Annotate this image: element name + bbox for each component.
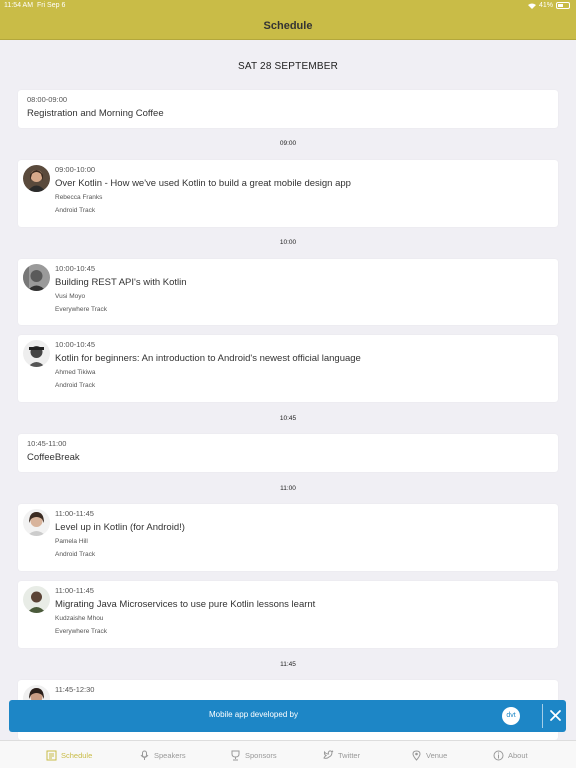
- wifi-icon: [527, 3, 536, 9]
- session-time: 10:00-10:45: [55, 340, 96, 349]
- tab-twitter[interactable]: Twitter: [323, 748, 360, 762]
- speaker-avatar: [23, 586, 50, 613]
- session-title: Building REST API's with Kotlin: [55, 277, 187, 288]
- speakers-icon: [140, 750, 149, 760]
- time-separator: 11:45: [280, 661, 296, 668]
- speaker-name: Rebecca Franks: [55, 194, 103, 201]
- tab-label: Schedule: [61, 750, 93, 760]
- speaker-name: Kudzaishe Mhou: [55, 615, 104, 622]
- page-title: Schedule: [263, 20, 313, 32]
- banner-divider: [542, 704, 543, 728]
- session-card[interactable]: 08:00-09:00 Registration and Morning Cof…: [18, 90, 558, 128]
- tab-venue[interactable]: Venue: [411, 748, 447, 762]
- session-track: Android Track: [55, 551, 96, 558]
- tab-about[interactable]: About: [493, 748, 528, 762]
- tab-label: Venue: [426, 750, 448, 760]
- tab-label: Speakers: [154, 750, 186, 760]
- session-time: 08:00-09:00: [27, 95, 68, 104]
- session-title: CoffeeBreak: [27, 452, 80, 463]
- date-heading: SAT 28 SEPTEMBER: [237, 61, 339, 72]
- time-separator: 10:00: [279, 239, 297, 246]
- session-card[interactable]: 10:45-11:00 CoffeeBreak: [18, 434, 558, 472]
- about-icon: [493, 750, 504, 760]
- battery-percent: 41%: [538, 2, 553, 9]
- tab-speakers[interactable]: Speakers: [139, 748, 186, 762]
- session-title: Level up in Kotlin (for Android!): [55, 522, 185, 533]
- status-bar: 11:54 AM Fri Sep 6 41%: [0, 0, 576, 12]
- time-separator: 10:45: [279, 415, 297, 422]
- schedule-icon: [46, 750, 57, 760]
- session-title: Kotlin for beginners: An introduction to…: [55, 353, 361, 364]
- banner-text: Mobile app developed by: [209, 710, 298, 719]
- time-separator: 09:00: [279, 140, 297, 147]
- session-card[interactable]: 10:00-10:45 Kotlin for beginners: An int…: [18, 335, 558, 402]
- battery-icon: [556, 2, 570, 9]
- session-time: 11:45-12:30: [55, 685, 95, 694]
- session-card[interactable]: 09:00-10:00 Over Kotlin - How we've used…: [18, 160, 558, 227]
- session-time: 10:00-10:45: [55, 264, 96, 273]
- session-time: 10:45-11:00: [27, 439, 67, 448]
- dvt-logo[interactable]: dvt: [502, 707, 520, 725]
- speaker-avatar: [23, 165, 50, 192]
- session-time: 11:00-11:45: [55, 586, 94, 595]
- speaker-name: Ahmed Tikiwa: [55, 369, 96, 376]
- twitter-icon: [323, 749, 334, 759]
- status-time: 11:54 AM Fri Sep 6: [4, 2, 66, 9]
- session-track: Android Track: [55, 207, 96, 214]
- status-right: 41%: [527, 2, 570, 9]
- tab-label: Twitter: [338, 750, 361, 760]
- speaker-avatar: [23, 340, 50, 367]
- session-title: Migrating Java Microservices to use pure…: [55, 599, 316, 610]
- session-card[interactable]: 11:00-11:45 Migrating Java Microservices…: [18, 581, 558, 648]
- tab-label: Sponsors: [245, 750, 277, 760]
- session-time: 09:00-10:00: [55, 165, 96, 174]
- tab-bar: Schedule Speakers Sponsors Twitter Venue…: [0, 740, 576, 768]
- session-title: Registration and Morning Coffee: [27, 108, 164, 119]
- status-date: Fri Sep 6: [36, 2, 66, 9]
- venue-icon: [412, 749, 421, 761]
- session-card[interactable]: 10:00-10:45 Building REST API's with Kot…: [18, 259, 558, 325]
- close-icon[interactable]: [547, 707, 564, 724]
- session-track: Android Track: [55, 382, 96, 389]
- speaker-name: Pamela Hill: [55, 538, 88, 545]
- speaker-avatar: [23, 264, 50, 291]
- session-track: Everywhere Track: [55, 628, 108, 635]
- navigation-bar: Schedule: [0, 12, 576, 40]
- session-time: 11:00-11:45: [55, 509, 94, 518]
- time-separator: 11:00: [280, 485, 296, 492]
- tab-sponsors[interactable]: Sponsors: [230, 748, 277, 762]
- session-track: Everywhere Track: [55, 306, 108, 313]
- session-title: Over Kotlin - How we've used Kotlin to b…: [55, 178, 351, 189]
- developer-banner[interactable]: Mobile app developed by dvt: [9, 700, 566, 732]
- tab-schedule[interactable]: Schedule: [46, 748, 92, 762]
- session-card[interactable]: 11:00-11:45 Level up in Kotlin (for Andr…: [18, 504, 558, 571]
- tab-label: About: [508, 750, 528, 760]
- speaker-name: Vusi Moyo: [55, 293, 86, 300]
- sponsors-icon: [231, 750, 240, 760]
- speaker-avatar: [23, 509, 50, 536]
